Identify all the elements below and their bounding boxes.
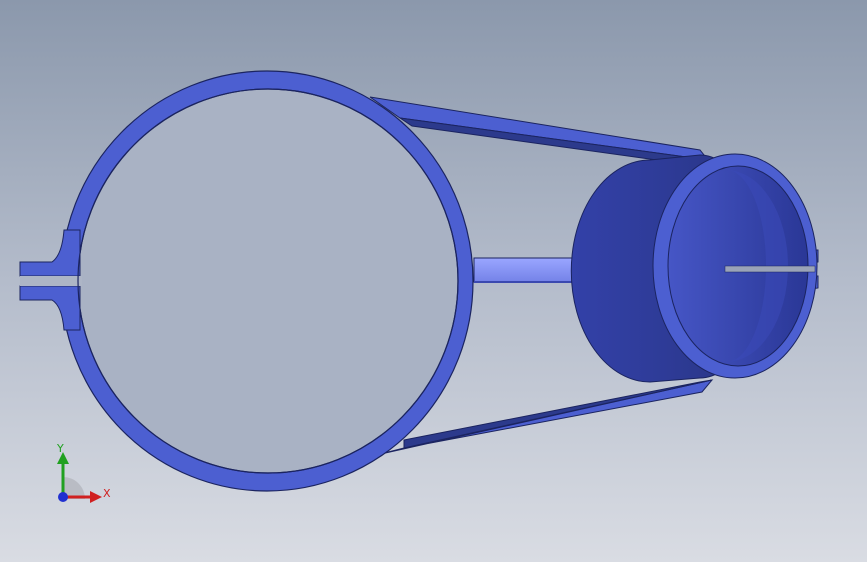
x-axis-arrowhead [90,491,102,503]
model-view[interactable] [0,0,867,562]
small-cylinder[interactable] [570,153,819,383]
y-axis-label: Y [56,442,64,455]
z-axis-dot [58,492,68,502]
graphics-viewport[interactable]: Y X [0,0,867,562]
x-axis-label: X [103,487,111,500]
large-ring[interactable] [19,70,474,492]
axis-triad: Y X [40,440,120,510]
